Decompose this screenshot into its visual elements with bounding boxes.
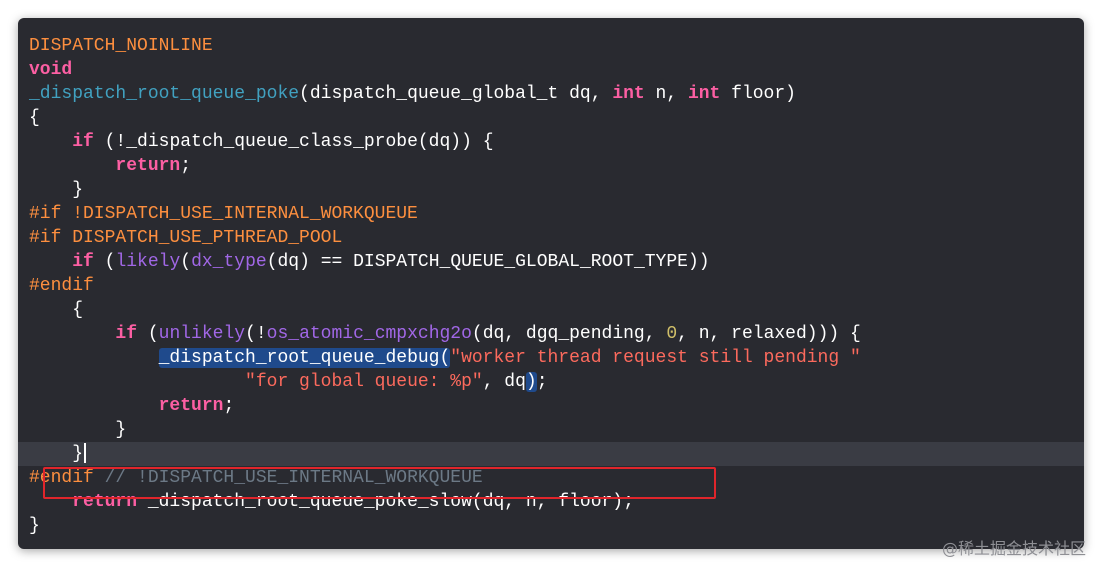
code-token: if <box>115 324 138 344</box>
code-token: (dq) == DISPATCH_QUEUE_GLOBAL_ROOT_TYPE)… <box>266 252 710 272</box>
code-line[interactable]: { <box>18 298 1084 322</box>
code-token: _dispatch_root_queue_poke <box>29 84 300 104</box>
code-token: ; <box>180 156 192 176</box>
code-token: likely <box>115 252 181 272</box>
code-token: } <box>29 180 84 200</box>
code-line[interactable]: } <box>18 442 1084 466</box>
code-line[interactable]: #if !DISPATCH_USE_INTERNAL_WORKQUEUE <box>18 202 1084 226</box>
code-token: { <box>29 300 84 320</box>
code-token: } <box>29 516 40 536</box>
code-token: , dq <box>482 372 526 392</box>
code-token: "worker thread request still pending " <box>450 348 861 368</box>
code-token: return <box>158 396 224 416</box>
code-token: (!_dispatch_queue_class_probe(dq)) { <box>93 132 494 152</box>
code-token: ( <box>137 324 159 344</box>
code-token: #if DISPATCH_USE_PTHREAD_POOL <box>29 228 343 248</box>
code-token: void <box>29 60 73 80</box>
source-code[interactable]: DISPATCH_NOINLINE void _dispatch_root_queu… <box>18 34 1084 538</box>
code-token: ( <box>180 252 192 272</box>
code-line[interactable]: void <box>18 58 1084 82</box>
code-token: _dispatch_root_queue_debug( <box>158 348 451 368</box>
code-token: n, <box>644 84 688 104</box>
code-line[interactable]: { <box>18 106 1084 130</box>
code-line[interactable]: "for global queue: %p", dq); <box>18 370 1084 394</box>
code-token: (! <box>245 324 267 344</box>
code-token: , n, relaxed))) { <box>677 324 861 344</box>
code-line[interactable]: _dispatch_root_queue_poke(dispatch_queue… <box>18 82 1084 106</box>
code-token: ; <box>223 396 235 416</box>
code-line[interactable]: #endif <box>18 274 1084 298</box>
code-token: int <box>687 84 721 104</box>
code-token: { <box>29 108 40 128</box>
code-token: #endif <box>29 276 94 296</box>
code-token: (dq, dgq_pending, <box>471 324 667 344</box>
code-token: if <box>72 252 94 272</box>
code-token: int <box>612 84 645 104</box>
annotation-box <box>43 467 716 499</box>
code-line[interactable]: #if DISPATCH_USE_PTHREAD_POOL <box>18 226 1084 250</box>
code-token: #if !DISPATCH_USE_INTERNAL_WORKQUEUE <box>29 204 418 224</box>
code-token: return <box>115 156 181 176</box>
code-line[interactable]: if (!_dispatch_queue_class_probe(dq)) { <box>18 130 1084 154</box>
code-token: "for global queue: %p" <box>245 372 483 392</box>
code-token: } <box>29 420 127 440</box>
code-token: ( <box>93 252 116 272</box>
code-token: unlikely <box>158 324 246 344</box>
text-cursor <box>84 443 87 464</box>
code-line[interactable]: DISPATCH_NOINLINE <box>18 34 1084 58</box>
code-token: os_atomic_cmpxchg2o <box>266 324 472 344</box>
code-token: if <box>72 132 94 152</box>
code-line[interactable]: return; <box>18 154 1084 178</box>
code-token: ) <box>525 372 537 392</box>
code-line[interactable]: return; <box>18 394 1084 418</box>
code-line[interactable]: if (likely(dx_type(dq) == DISPATCH_QUEUE… <box>18 250 1084 274</box>
code-line[interactable]: _dispatch_root_queue_debug("worker threa… <box>18 346 1084 370</box>
code-token: DISPATCH_NOINLINE <box>29 36 213 56</box>
code-token: floor) <box>720 84 796 104</box>
code-token: (dispatch_queue_global_t dq, <box>299 84 613 104</box>
code-token: 0 <box>666 324 678 344</box>
watermark: @稀土掘金技术社区 <box>941 539 1086 558</box>
code-line[interactable]: if (unlikely(!os_atomic_cmpxchg2o(dq, dg… <box>18 322 1084 346</box>
code-token: ; <box>536 372 548 392</box>
code-token: } <box>29 444 84 464</box>
code-token: dx_type <box>191 252 267 272</box>
code-line[interactable]: } <box>18 178 1084 202</box>
code-line[interactable]: } <box>18 418 1084 442</box>
code-line[interactable]: } <box>18 514 1084 538</box>
